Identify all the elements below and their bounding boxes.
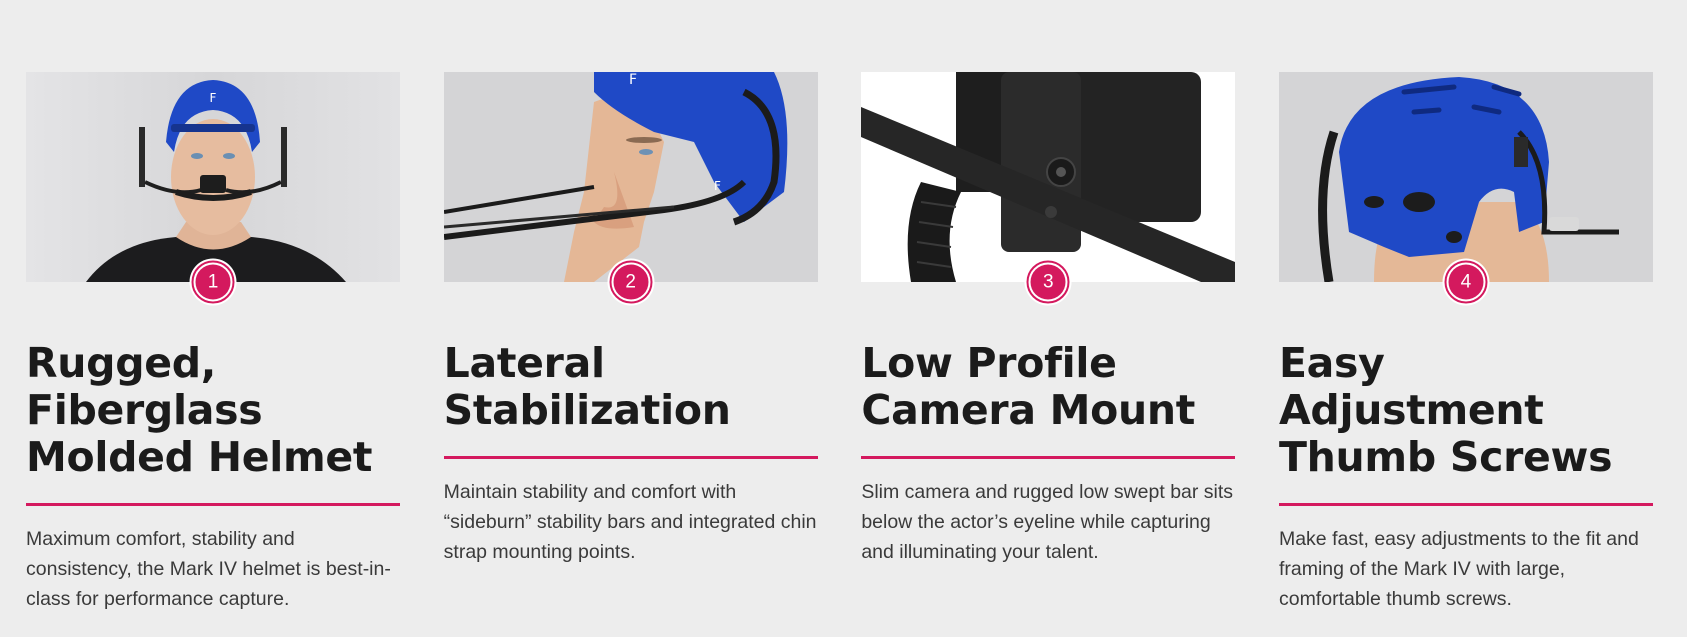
step-number: 4: [1448, 264, 1484, 300]
title-divider: [1278, 503, 1653, 506]
feature-image-helmet-rear: [1278, 72, 1653, 282]
feature-image-helmet-side: F F: [443, 72, 818, 282]
step-badge: 2: [607, 258, 655, 306]
feature-title: Rugged, Fiberglass Molded Helmet: [26, 339, 373, 481]
feature-list: F 1 Rugged, Fiberglass Molded Helmet Max…: [26, 72, 1653, 614]
title-divider: [861, 456, 1236, 459]
feature-description: Make fast, easy adjustments to the fit a…: [1278, 528, 1639, 610]
helmet-front-photo: F: [26, 72, 400, 282]
feature-card-stabilization: F F 2 Lateral Stabilization Maintain sta…: [443, 72, 818, 614]
title-divider: [443, 456, 818, 459]
feature-description: Maximum comfort, stability and consisten…: [26, 528, 391, 610]
title-divider: [26, 503, 400, 506]
svg-text:F: F: [629, 72, 637, 88]
step-badge: 1: [189, 258, 237, 306]
camera-mount-photo: [861, 72, 1236, 282]
helmet-side-photo: F F: [443, 72, 818, 282]
feature-image-camera-mount: [861, 72, 1236, 282]
feature-description: Maintain stability and comfort with “sid…: [443, 481, 817, 563]
feature-title: Low Profile Camera Mount: [861, 339, 1196, 434]
helmet-rear-photo: [1278, 72, 1653, 282]
step-badge: 3: [1024, 258, 1072, 306]
svg-text:F: F: [714, 179, 721, 193]
feature-description: Slim camera and rugged low swept bar sit…: [861, 481, 1234, 563]
svg-text:F: F: [210, 91, 217, 105]
step-number: 1: [195, 264, 231, 300]
feature-title: Lateral Stabilization: [443, 339, 731, 434]
feature-image-helmet-front: F: [26, 72, 400, 282]
feature-title: Easy Adjustment Thumb Screws: [1278, 339, 1613, 481]
feature-card-helmet: F 1 Rugged, Fiberglass Molded Helmet Max…: [26, 72, 400, 614]
feature-card-thumb-screws: 4 Easy Adjustment Thumb Screws Make fast…: [1278, 72, 1653, 614]
feature-card-camera-mount: 3 Low Profile Camera Mount Slim camera a…: [861, 72, 1236, 614]
step-number: 3: [1030, 264, 1066, 300]
step-number: 2: [613, 264, 649, 300]
step-badge: 4: [1442, 258, 1490, 306]
